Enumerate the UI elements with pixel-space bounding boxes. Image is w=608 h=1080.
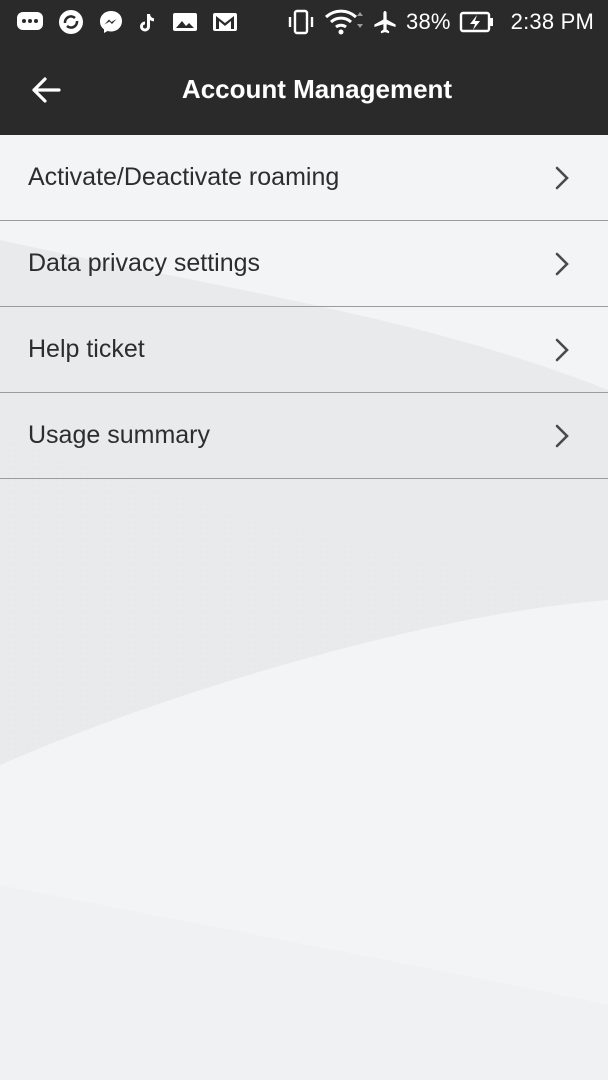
menu-item-usage-summary[interactable]: Usage summary: [0, 393, 608, 479]
menu-item-label: Usage summary: [28, 421, 210, 449]
airplane-icon: [372, 9, 398, 35]
messenger-icon: [98, 9, 124, 35]
system-icons: 38% 2:38 PM: [286, 0, 594, 44]
back-button[interactable]: [26, 72, 66, 108]
menu-item-label: Help ticket: [28, 335, 145, 363]
menu-item-help-ticket[interactable]: Help ticket: [0, 307, 608, 393]
account-menu: Activate/Deactivate roaming Data privacy…: [0, 135, 608, 479]
tiktok-icon: [138, 10, 158, 34]
clock: 2:38 PM: [510, 9, 594, 34]
battery-charging-icon: [459, 10, 495, 34]
menu-item-data-privacy[interactable]: Data privacy settings: [0, 221, 608, 307]
chevron-right-icon: [555, 424, 569, 448]
status-bar: 38% 2:38 PM: [0, 0, 608, 44]
menu-item-label: Activate/Deactivate roaming: [28, 163, 340, 191]
vibrate-icon: [286, 9, 316, 35]
messaging-icon: [16, 10, 44, 34]
menu-item-label: Data privacy settings: [28, 249, 261, 277]
chevron-right-icon: [555, 252, 569, 276]
arrow-left-icon: [32, 77, 61, 103]
gallery-icon: [172, 11, 198, 33]
chevron-right-icon: [555, 166, 569, 190]
sync-app-icon: [58, 9, 84, 35]
app-bar: Account Management: [0, 44, 608, 135]
battery-percent: 38%: [406, 9, 451, 34]
gmail-icon: [212, 11, 238, 33]
chevron-right-icon: [555, 338, 569, 362]
notification-icons: [16, 0, 238, 44]
menu-item-roaming[interactable]: Activate/Deactivate roaming: [0, 135, 608, 221]
page-title: Account Management: [181, 74, 453, 104]
wifi-icon: [324, 8, 364, 36]
